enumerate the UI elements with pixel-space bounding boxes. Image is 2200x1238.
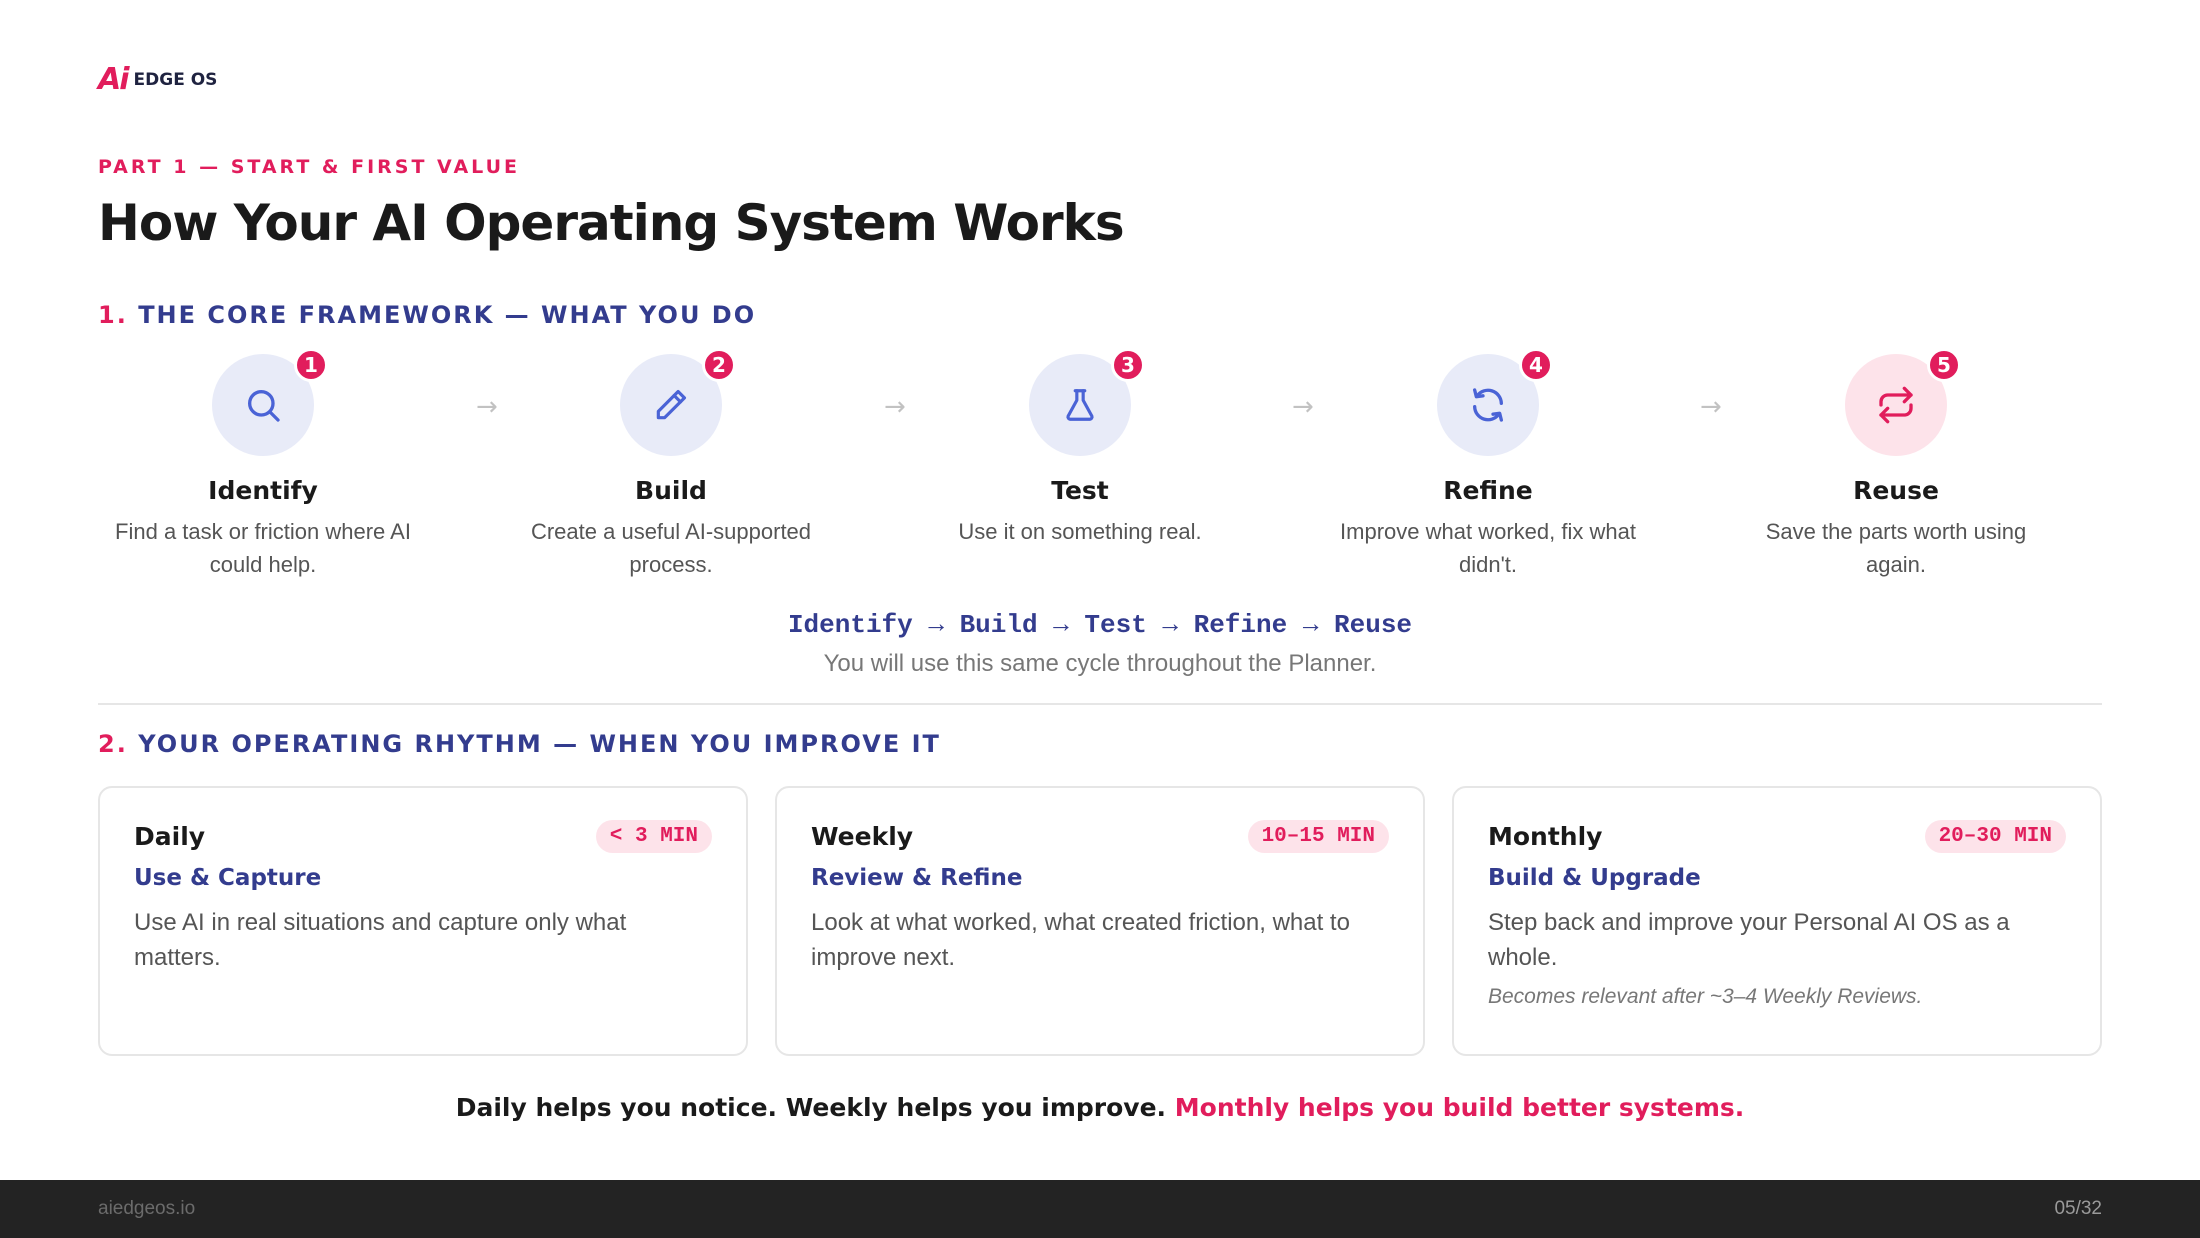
rhythm-cards: Daily < 3 MIN Use & Capture Use AI in re… [98,786,2102,1056]
pencil-icon [656,389,687,420]
duration-badge: 20–30 MIN [1924,820,2066,853]
step-description: Save the parts worth using again. [1765,519,2027,577]
step-name: Reuse [1853,476,1939,505]
card-description: Use AI in real situations and capture on… [134,909,627,971]
section-number: 1. [98,301,128,329]
step-description: Improve what worked, fix what didn't. [1340,519,1636,577]
search-icon [247,390,280,422]
tagline-highlight: Monthly helps you build better systems. [1174,1093,1745,1122]
page-title: How Your AI Operating System Works [98,194,1125,252]
card-note: Becomes relevant after ~3–4 Weekly Revie… [1488,985,1923,1008]
cycle-summary: Identify → Build → Test → Refine → Reuse [787,610,1413,640]
logo: Ai EDGE OS [98,62,217,97]
page-number: 05/32 [2054,1198,2102,1219]
card-title: Weekly [811,822,914,851]
step-icon-circle: 4 [1437,348,1553,456]
step-icon-circle: 3 [1029,348,1145,456]
step-description: Create a useful AI-supported process. [530,519,812,577]
step-icon-circle: 5 [1845,348,1961,456]
step-number-badge: 3 [1111,348,1145,382]
step-icon-circle: 1 [212,348,328,456]
section-operating-rhythm-heading: 2. YOUR OPERATING RHYTHM — WHEN YOU IMPR… [98,730,941,758]
step-reuse: 5 Reuse Save the parts worth using again… [1731,348,2061,581]
refresh-icon [1473,388,1503,422]
step-description: Find a task or friction where AI could h… [115,519,411,577]
step-name: Test [1051,476,1109,505]
step-number-badge: 2 [702,348,736,382]
section-number: 2. [98,730,128,758]
framework-steps: 1 Identify Find a task or friction where… [98,348,2102,584]
card-subtitle: Use & Capture [134,865,322,891]
step-name: Refine [1443,476,1533,505]
footer-bar: aiedgeos.io 05/32 [0,1180,2200,1238]
step-refine: 4 Refine Improve what worked, fix what d… [1323,348,1653,581]
arrow-icon: → [1292,392,1314,422]
duration-badge: 10–15 MIN [1247,820,1389,853]
card-description: Step back and improve your Personal AI O… [1488,909,2010,971]
footer-site: aiedgeos.io [98,1198,196,1219]
card-weekly: Weekly 10–15 MIN Review & Refine Look at… [775,786,1425,1056]
arrow-icon: → [1700,392,1722,422]
repeat-icon [1879,386,1913,424]
logo-mark: Ai [98,62,129,97]
part-kicker: PART 1 — START & FIRST VALUE [98,156,520,178]
step-identify: 1 Identify Find a task or friction where… [98,348,428,581]
step-number-badge: 5 [1927,348,1961,382]
card-monthly: Monthly 20–30 MIN Build & Upgrade Step b… [1452,786,2102,1056]
card-subtitle: Build & Upgrade [1488,865,1701,891]
card-daily: Daily < 3 MIN Use & Capture Use AI in re… [98,786,748,1056]
step-name: Build [635,476,707,505]
section-divider [98,703,2102,705]
card-title: Daily [134,822,206,851]
flask-icon [1066,389,1094,421]
arrow-icon: → [884,392,906,422]
card-description: Look at what worked, what created fricti… [811,909,1350,971]
section-label: THE CORE FRAMEWORK — WHAT YOU DO [138,301,757,329]
card-subtitle: Review & Refine [811,865,1023,891]
step-number-badge: 4 [1519,348,1553,382]
section-core-framework-heading: 1. THE CORE FRAMEWORK — WHAT YOU DO [98,301,756,329]
logo-text: EDGE OS [133,69,218,90]
duration-badge: < 3 MIN [595,820,712,853]
step-test: 3 Test Use it on something real. [915,348,1245,548]
arrow-icon: → [476,392,498,422]
step-number-badge: 1 [294,348,328,382]
step-description: Use it on something real. [958,519,1202,544]
step-build: 2 Build Create a useful AI-supported pro… [506,348,836,581]
cycle-note: You will use this same cycle throughout … [823,650,1377,677]
step-icon-circle: 2 [620,348,736,456]
card-title: Monthly [1488,822,1603,851]
section-label: YOUR OPERATING RHYTHM — WHEN YOU IMPROVE… [138,730,941,758]
tagline: Daily helps you notice. Weekly helps you… [0,1093,2200,1122]
step-name: Identify [208,476,318,505]
tagline-dark: Daily helps you notice. Weekly helps you… [455,1093,1175,1122]
